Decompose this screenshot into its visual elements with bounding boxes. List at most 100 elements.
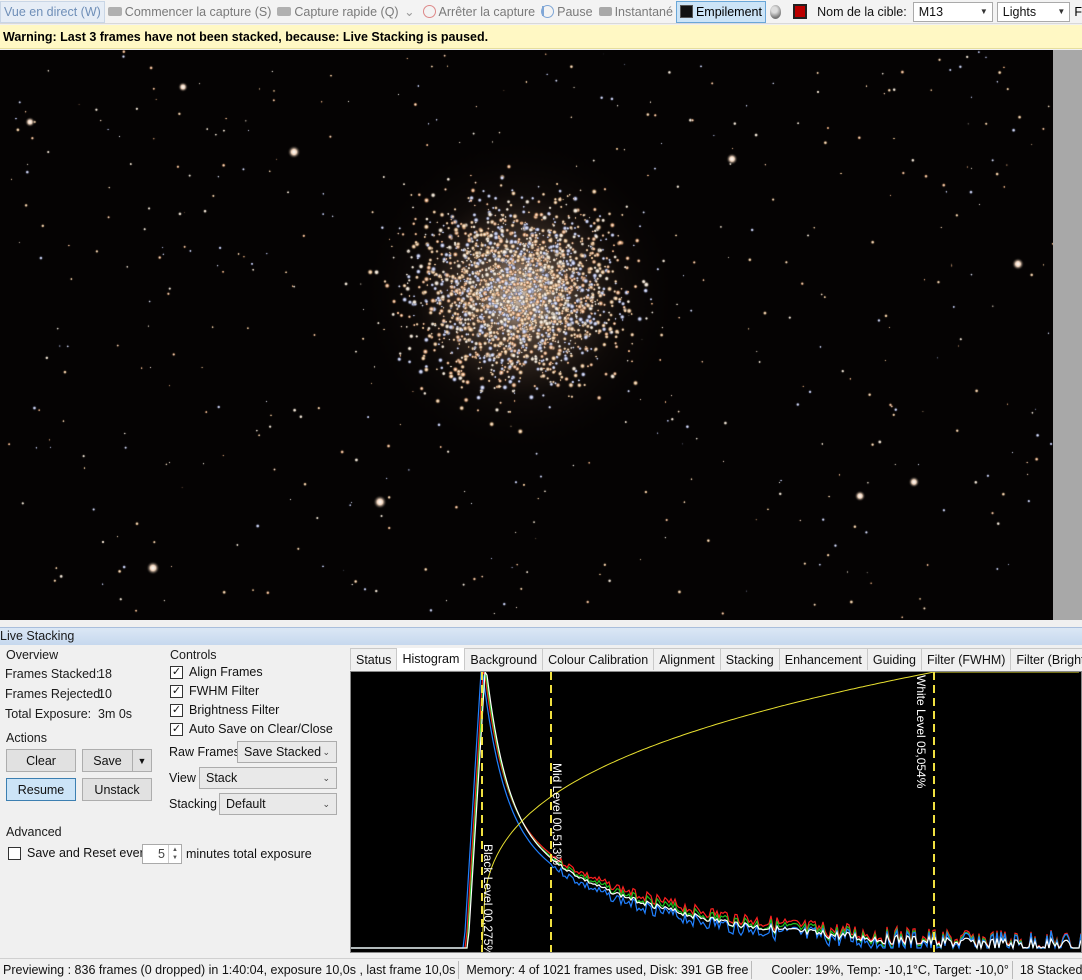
save-reset-checkbox[interactable]: Save and Reset every: [8, 846, 150, 860]
capture-toolbar: Vue en direct (W) Commencer la capture (…: [0, 0, 1082, 24]
tab-background[interactable]: Background: [464, 648, 544, 670]
auto-save-checkbox[interactable]: ✓ Auto Save on Clear/Close: [170, 722, 333, 736]
white-level-label: White Level 05,054%: [914, 675, 928, 789]
tab-stacking[interactable]: Stacking: [719, 648, 780, 670]
stacking-mode-select[interactable]: Default ⌄: [219, 793, 337, 815]
start-capture-button[interactable]: Commencer la capture (S): [105, 1, 275, 23]
record-icon[interactable]: [793, 4, 808, 19]
snapshot-button[interactable]: Instantané: [596, 1, 676, 23]
image-scrollbar[interactable]: [1053, 50, 1082, 620]
stacking-button[interactable]: Empilement: [675, 0, 766, 23]
minutes-suffix-label: minutes total exposure: [186, 847, 312, 861]
tab-status[interactable]: Status: [350, 648, 398, 670]
pause-label: Pause: [557, 4, 593, 19]
dropdown-arrow-icon: ▼: [979, 7, 988, 16]
tab-alignment[interactable]: Alignment: [653, 648, 721, 670]
total-exposure-row: Total Exposure: 3m 0s: [5, 707, 165, 721]
overview-title: Overview: [6, 648, 59, 662]
frames-rejected-value: 10: [98, 687, 112, 701]
target-name-input[interactable]: M13 ▼: [912, 1, 993, 22]
chevron-down-icon: ⌄: [322, 746, 330, 757]
live-stacking-tabs: Status Histogram Background Colour Calibrat…: [350, 648, 1082, 670]
warning-text: Warning: Last 3 frames have not been sta…: [3, 29, 489, 44]
view-label: View: [169, 771, 196, 785]
live-view-button[interactable]: Vue en direct (W): [0, 0, 105, 23]
pause-button[interactable]: Pause: [538, 1, 595, 23]
dropdown-arrow-icon: ▼: [1057, 7, 1066, 16]
start-capture-label: Commencer la capture (S): [124, 4, 272, 19]
view-value: Stack: [206, 771, 238, 785]
live-stacking-controls: Overview Frames Stacked: 18 Frames Rejec…: [0, 646, 347, 956]
save-dropdown-button[interactable]: ▼: [132, 749, 152, 772]
brightness-filter-label: Brightness Filter: [189, 703, 280, 717]
status-stacked: 18 Stacked, 10 Ignored, 3s: [1019, 962, 1082, 977]
tab-colour-calibration[interactable]: Colour Calibration: [542, 648, 655, 670]
minutes-value: 5: [158, 847, 165, 861]
frame-type-value: Lights: [1002, 4, 1037, 19]
checkmark-icon: ✓: [170, 665, 183, 679]
save-reset-label: Save and Reset every: [27, 846, 150, 860]
frames-stacked-value: 18: [98, 667, 112, 681]
star-cluster-image: [0, 50, 1053, 620]
auto-save-label: Auto Save on Clear/Close: [189, 722, 333, 736]
tab-enhancement[interactable]: Enhancement: [778, 648, 868, 670]
save-button[interactable]: Save: [82, 749, 133, 772]
target-name-label: Nom de la cible:: [817, 4, 907, 19]
snapshot-label: Instantané: [614, 4, 673, 19]
controls-title: Controls: [170, 648, 217, 662]
histogram-plot[interactable]: Black Level 00,275% Mid Level 00,513% Wh…: [350, 671, 1082, 953]
brightness-filter-checkbox[interactable]: ✓ Brightness Filter: [170, 703, 279, 717]
camera-quick-icon: [277, 7, 292, 16]
fwhm-filter-checkbox[interactable]: ✓ FWHM Filter: [170, 684, 259, 698]
chevron-down-icon: ▼: [137, 755, 147, 766]
frames-stacked-row: Frames Stacked: 18: [5, 667, 165, 681]
quick-capture-button[interactable]: Capture rapide (Q) ⌄: [274, 1, 419, 23]
frame-type-select[interactable]: Lights ▼: [996, 1, 1071, 22]
unstack-button[interactable]: Unstack: [82, 778, 152, 801]
status-cooler: Cooler: 19%, Temp: -10,1°C, Target: -10,…: [768, 960, 1013, 979]
raw-frames-select[interactable]: Save Stacked ⌄: [237, 741, 337, 763]
frames-stacked-label: Frames Stacked:: [5, 667, 100, 681]
raw-frames-label: Raw Frames: [169, 745, 240, 759]
total-exposure-label: Total Exposure:: [5, 707, 92, 721]
checkmark-icon: ✓: [170, 722, 183, 736]
moon-icon[interactable]: [769, 4, 782, 19]
black-level-label: Black Level 00,275%: [481, 844, 495, 952]
snapshot-icon: [598, 7, 612, 16]
toolbar-overflow-label: F: [1074, 4, 1082, 19]
quick-capture-label: Capture rapide (Q): [294, 4, 399, 19]
minutes-stepper[interactable]: 5 ▲ ▼: [142, 844, 182, 864]
status-bar: Previewing : 836 frames (0 dropped) in 1…: [0, 958, 1082, 980]
status-previewing: Previewing : 836 frames (0 dropped) in 1…: [0, 960, 460, 979]
chevron-down-icon[interactable]: ⌄: [401, 4, 414, 19]
spinner-arrows-icon[interactable]: ▲ ▼: [168, 845, 181, 863]
clear-button[interactable]: Clear: [6, 749, 76, 772]
align-frames-checkbox[interactable]: ✓ Align Frames: [170, 665, 263, 679]
align-frames-label: Align Frames: [189, 665, 263, 679]
fwhm-filter-label: FWHM Filter: [189, 684, 260, 698]
total-exposure-value: 3m 0s: [98, 707, 133, 721]
tab-histogram[interactable]: Histogram: [396, 648, 466, 670]
stacking-label: Empilement: [695, 4, 762, 19]
frames-rejected-label: Frames Rejected:: [5, 687, 104, 701]
status-memory: Memory: 4 of 1021 frames used, Disk: 391…: [463, 960, 753, 979]
checkmark-icon: ✓: [170, 703, 183, 717]
raw-frames-value: Save Stacked: [244, 745, 322, 759]
frames-rejected-row: Frames Rejected: 10: [5, 687, 165, 701]
resume-button[interactable]: Resume: [6, 778, 76, 801]
chevron-down-icon: ⌄: [322, 772, 330, 783]
stacked-image-view[interactable]: [0, 50, 1053, 620]
stacking-mode-value: Default: [226, 797, 266, 811]
view-select[interactable]: Stack ⌄: [199, 767, 337, 789]
mid-level-label: Mid Level 00,513%: [550, 763, 564, 865]
stop-capture-button[interactable]: Arrêter la capture: [420, 1, 539, 23]
checkmark-icon: ✓: [170, 684, 183, 698]
stop-icon: [422, 5, 436, 18]
tab-filter-brightness[interactable]: Filter (Brightness): [1010, 648, 1082, 670]
stop-capture-label: Arrêter la capture: [438, 4, 536, 19]
histogram-svg: Black Level 00,275% Mid Level 00,513% Wh…: [351, 672, 1081, 952]
camera-icon: [107, 7, 122, 16]
tab-filter-fwhm[interactable]: Filter (FWHM): [920, 648, 1012, 670]
tab-guiding[interactable]: Guiding: [866, 648, 922, 670]
chevron-down-icon: ⌄: [322, 798, 330, 809]
